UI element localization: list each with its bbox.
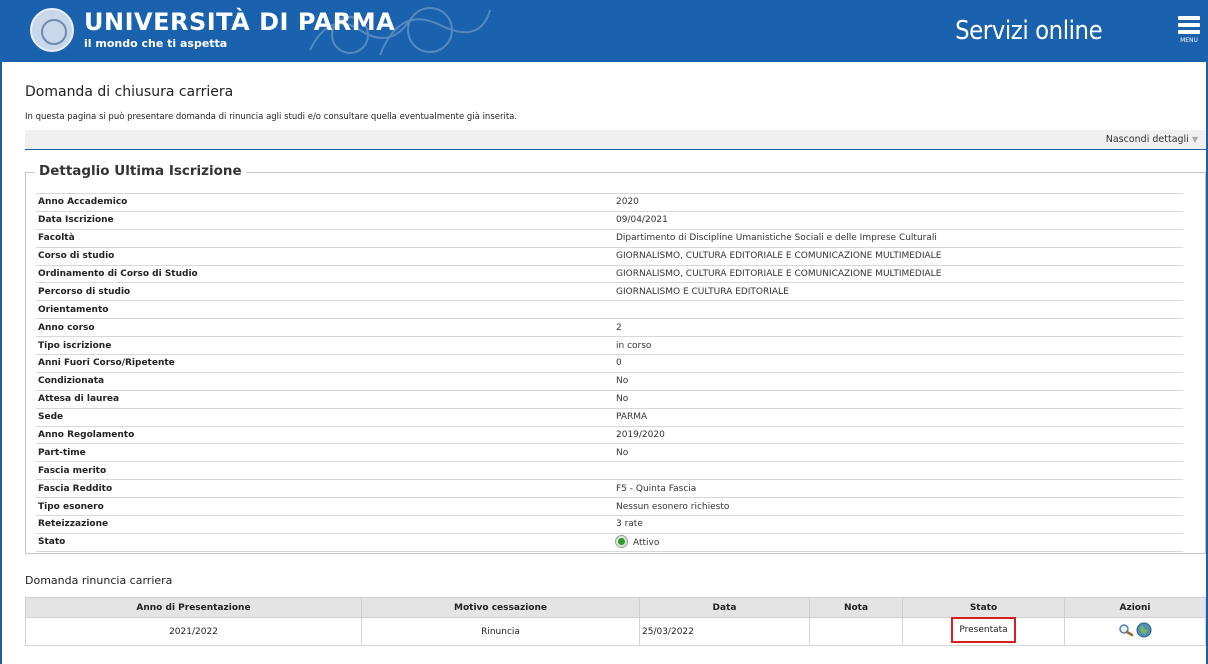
row-value: PARMA [616,412,648,423]
table-row: Tipo esonero Nessun esonero richiesto [36,498,1183,516]
row-value: 09/04/2021 [616,215,668,226]
university-name[interactable]: UNIVERSITÀ DI PARMA [84,8,395,36]
panel-legend: Dettaglio Ultima Iscrizione [35,163,246,179]
row-value: Attivo [614,533,1183,551]
page-frame-left [0,62,2,664]
row-label: Stato [38,537,66,548]
table-row: Stato Attivo [36,533,1183,552]
row-value: No [616,394,629,405]
table-row: 2021/2022 Rinuncia 25/03/2022 Presentata [25,616,1206,646]
cell-azioni [1064,617,1206,646]
row-label: Data Iscrizione [38,215,114,226]
row-label: Condizionata [38,376,105,387]
row-label: Sede [38,412,64,423]
row-value: 0 [616,358,622,369]
row-label: Tipo iscrizione [38,340,112,351]
top-header: UNIVERSITÀ DI PARMA il mondo che ti aspe… [0,0,1208,62]
page-title: Domanda di chiusura carriera [25,84,234,100]
row-label: Percorso di studio [38,286,131,297]
service-title: Servizi online [954,16,1103,46]
table-row: Percorso di studio GIORNALISMO E CULTURA … [36,283,1183,301]
menu-button[interactable]: MENU [1178,16,1200,52]
table-row: Fascia Reddito F5 - Quinta Fascia [36,480,1183,498]
page-description: In questa pagina si può presentare doman… [25,112,518,122]
stato-highlight: Presentata [951,616,1016,643]
table-row: Orientamento [36,301,1183,319]
row-value [614,462,1183,480]
table-row: Anno Regolamento 2019/2020 [36,426,1183,444]
rinuncia-section-title: Domanda rinuncia carriera [25,574,173,587]
table-row: Anno corso 2 [36,319,1183,337]
table-row: Attesa di laurea No [36,390,1183,409]
magnifier-icon[interactable] [1118,623,1134,640]
details-toolbar: Nascondi dettagli ▼ [25,130,1206,150]
row-label: Part-time [38,447,86,458]
rinuncia-table: Anno di Presentazione Motivo cessazione … [25,597,1206,646]
row-label: Tipo esonero [38,501,104,512]
row-value: GIORNALISMO, CULTURA EDITORIALE E COMUNI… [616,251,942,262]
row-label: Anno Accademico [38,197,128,208]
table-header-row: Anno di Presentazione Motivo cessazione … [25,597,1206,618]
table-row: Sede PARMA [36,408,1183,427]
menu-label: MENU [1180,37,1198,44]
row-value: Nessun esonero richiesto [616,501,730,512]
hamburger-icon [1178,16,1200,20]
col-nota-header: Nota [809,597,903,618]
row-value: 2019/2020 [616,430,665,441]
cell-data: 25/03/2022 [639,617,810,646]
row-label: Attesa di laurea [38,394,120,405]
hide-details-label: Nascondi dettagli [1105,134,1189,145]
row-label: Fascia Reddito [38,483,113,494]
row-label: Reteizzazione [38,519,109,530]
status-active-icon [616,536,627,548]
table-row: Tipo iscrizione in corso [36,337,1183,355]
col-azioni-header: Azioni [1064,597,1206,618]
row-value: No [616,376,629,387]
row-value: GIORNALISMO, CULTURA EDITORIALE E COMUNI… [616,269,942,279]
row-label: Anno corso [38,322,95,333]
row-label: Corso di studio [38,251,115,262]
iscrizione-table: Anno Accademico 2020 Data Iscrizione 09/04… [36,193,1183,552]
table-row: Ordinamento di Corso di Studio GIORNALISM… [36,265,1183,283]
row-label: Facoltà [38,233,75,244]
cell-stato: Presentata [902,616,1065,646]
table-row: Facoltà Dipartimento di Discipline Umanis… [36,229,1183,248]
row-label: Anno Regolamento [38,430,135,441]
table-row: Fascia merito [36,462,1183,480]
table-row: Reteizzazione 3 rate [36,516,1183,534]
table-row: Condizionata No [36,372,1183,391]
table-row: Data Iscrizione 09/04/2021 [36,211,1183,230]
col-motivo-header: Motivo cessazione [361,597,640,618]
row-label: Ordinamento di Corso di Studio [38,269,198,279]
row-value [614,301,1183,319]
table-row: Anno Accademico 2020 [36,193,1183,212]
table-row: Anni Fuori Corso/Ripetente 0 [36,355,1183,373]
row-label: Orientamento [38,304,109,315]
caret-down-icon: ▼ [1191,135,1198,144]
row-value: in corso [616,340,652,351]
table-row: Corso di studio GIORNALISMO, CULTURA EDIT… [36,247,1183,266]
col-stato-header: Stato [902,597,1065,618]
row-value: GIORNALISMO E CULTURA EDITORIALE [616,286,789,297]
row-label: Anni Fuori Corso/Ripetente [38,358,175,369]
globe-print-icon[interactable] [1136,622,1152,641]
col-anno-header: Anno di Presentazione [25,597,362,618]
cell-motivo: Rinuncia [361,617,640,646]
row-value: F5 - Quinta Fascia [616,483,697,494]
row-value: No [616,447,629,458]
university-tagline: il mondo che ti aspetta [84,37,228,50]
cell-anno: 2021/2022 [25,617,362,646]
row-value: 2020 [616,197,639,208]
table-row: Part-time No [36,444,1183,462]
iscrizione-detail-panel: Dettaglio Ultima Iscrizione Anno Accadem… [25,163,1206,554]
row-value: Dipartimento di Discipline Umanistiche S… [616,233,937,244]
col-data-header: Data [639,597,810,618]
university-seal-logo[interactable] [30,8,74,52]
row-value: 2 [616,322,622,333]
hide-details-toggle[interactable]: Nascondi dettagli ▼ [1106,134,1198,145]
row-label: Fascia merito [38,465,107,476]
status-value: Attivo [633,538,660,549]
cell-nota [809,617,903,646]
row-value: 3 rate [616,519,643,530]
